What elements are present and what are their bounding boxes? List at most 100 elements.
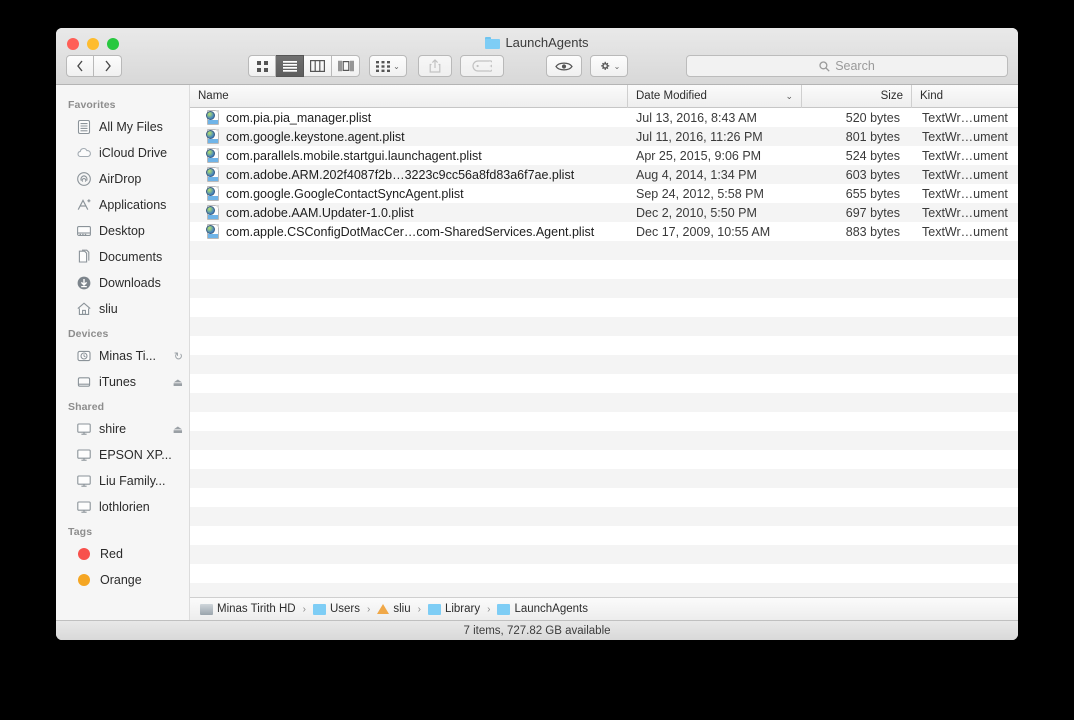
icon-view-button[interactable] <box>248 55 276 77</box>
sidebar-item-shire[interactable]: shire ⏏ <box>56 416 189 442</box>
column-header-date-modified[interactable]: Date Modified ⌄ <box>628 84 802 108</box>
empty-row <box>190 355 1018 374</box>
path-separator-icon: › <box>487 603 491 615</box>
table-row[interactable]: com.parallels.mobile.startgui.launchagen… <box>190 146 1018 165</box>
empty-row <box>190 450 1018 469</box>
table-row[interactable]: com.google.GoogleContactSyncAgent.plist S… <box>190 184 1018 203</box>
empty-row <box>190 336 1018 355</box>
icloud-icon <box>76 145 92 161</box>
cell-date-modified: Jul 13, 2016, 8:43 AM <box>636 110 757 125</box>
path-segment[interactable]: Minas Tirith HD <box>200 603 296 615</box>
sidebar-item-tag-red[interactable]: Red <box>56 541 189 567</box>
display-icon <box>76 473 92 489</box>
file-name-label: com.apple.CSConfigDotMacCer…com-SharedSe… <box>226 224 595 239</box>
column-header-size[interactable]: Size <box>802 84 912 108</box>
display-icon <box>76 499 92 515</box>
chevron-right-icon <box>104 60 111 72</box>
sidebar-item-home[interactable]: sliu <box>56 296 189 322</box>
sidebar-item-applications[interactable]: Applications <box>56 192 189 218</box>
sidebar-item-liu-family[interactable]: Liu Family... <box>56 468 189 494</box>
table-row[interactable]: com.google.keystone.agent.plist Jul 11, 2… <box>190 127 1018 146</box>
column-view-button[interactable] <box>304 55 332 77</box>
column-header-kind[interactable]: Kind <box>912 85 1018 108</box>
sidebar-item-icloud-drive[interactable]: iCloud Drive <box>56 140 189 166</box>
path-bar[interactable]: Minas Tirith HD › Users › sliu › Library › Launc… <box>190 597 1018 620</box>
path-segment-label: Minas Tirith HD <box>217 603 296 615</box>
column-header-name-label: Name <box>198 90 229 102</box>
sidebar-item-minas-tirith[interactable]: Minas Ti... ↻ <box>56 343 189 369</box>
action-menu-button[interactable]: ⌄ <box>590 55 628 77</box>
arrange-by-button[interactable]: ⌄ <box>369 55 407 77</box>
edit-tags-button[interactable] <box>460 55 504 77</box>
cell-size: 697 bytes <box>845 205 900 220</box>
search-field[interactable]: Search <box>686 55 1008 77</box>
sidebar-section-devices: Devices <box>68 328 109 340</box>
sidebar-item-epson-xp[interactable]: EPSON XP... <box>56 442 189 468</box>
file-name-label: com.adobe.AAM.Updater-1.0.plist <box>226 205 414 220</box>
path-segment-label: Library <box>444 603 481 615</box>
file-name-label: com.parallels.mobile.startgui.launchagen… <box>226 148 482 163</box>
share-button[interactable] <box>418 55 452 77</box>
home-folder-icon <box>377 604 390 614</box>
home-icon <box>76 301 92 317</box>
gear-icon <box>600 61 609 70</box>
sync-icon[interactable]: ↻ <box>174 350 183 363</box>
documents-icon <box>76 249 92 265</box>
path-segment-label: Users <box>329 603 360 615</box>
chevron-down-icon: ⌄ <box>393 61 400 71</box>
status-bar: 7 items, 727.82 GB available <box>56 620 1018 640</box>
path-segment[interactable]: sliu <box>377 603 411 615</box>
table-row[interactable]: com.adobe.ARM.202f4087f2b…3223c9cc56a8fd… <box>190 165 1018 184</box>
sidebar-item-lothlorien[interactable]: lothlorien <box>56 494 189 520</box>
eye-icon <box>555 62 573 70</box>
cell-date-modified: Aug 4, 2014, 1:34 PM <box>636 167 757 182</box>
table-row[interactable]: com.pia.pia_manager.plist Jul 13, 2016, 8… <box>190 108 1018 127</box>
column-header-date-label: Date Modified <box>636 90 707 102</box>
sidebar-section-shared: Shared <box>68 401 105 413</box>
column-header-size-label: Size <box>880 90 903 102</box>
action-menu-group: ⌄ <box>590 55 628 77</box>
list-view-button[interactable] <box>276 55 304 77</box>
sidebar-item-desktop[interactable]: Desktop <box>56 218 189 244</box>
empty-row <box>190 431 1018 450</box>
column-header-kind-label: Kind <box>920 90 944 102</box>
path-segment-label: sliu <box>393 603 411 615</box>
sidebar-item-label: Red <box>100 547 123 561</box>
table-row[interactable]: com.adobe.AAM.Updater-1.0.plist Dec 2, 20… <box>190 203 1018 222</box>
column-headers: Name Date Modified ⌄ Size Kind <box>190 84 1018 108</box>
all-my-files-icon <box>76 119 92 135</box>
sidebar-section-favorites: Favorites <box>68 99 116 111</box>
window-title-text: LaunchAgents <box>505 35 589 50</box>
path-segment[interactable]: LaunchAgents <box>497 603 588 615</box>
quick-look-button[interactable] <box>546 55 582 77</box>
sidebar-item-all-my-files[interactable]: All My Files <box>56 114 189 140</box>
sidebar-item-downloads[interactable]: Downloads <box>56 270 189 296</box>
sidebar-item-label: All My Files <box>99 120 163 134</box>
sidebar-item-itunes[interactable]: iTunes ⏏ <box>56 369 189 395</box>
sidebar-item-label: Desktop <box>99 224 145 238</box>
table-row[interactable]: com.apple.CSConfigDotMacCer…com-SharedSe… <box>190 222 1018 241</box>
sidebar[interactable]: Favorites All My Files iCloud Drive AirD… <box>56 85 190 620</box>
cell-date-modified: Dec 17, 2009, 10:55 AM <box>636 224 771 239</box>
display-icon <box>76 447 92 463</box>
cell-size: 801 bytes <box>845 129 900 144</box>
plist-document-icon <box>206 110 220 125</box>
coverflow-view-button[interactable] <box>332 55 360 77</box>
tag-group <box>460 55 504 77</box>
column-header-name[interactable]: Name <box>190 84 628 108</box>
plist-document-icon <box>206 167 220 182</box>
toolbar: LaunchAgents ⌄ ⌄ Search <box>56 28 1018 85</box>
forward-button[interactable] <box>94 55 122 77</box>
file-name-label: com.adobe.ARM.202f4087f2b…3223c9cc56a8fd… <box>226 167 575 182</box>
sidebar-item-documents[interactable]: Documents <box>56 244 189 270</box>
path-segment[interactable]: Library <box>427 603 481 615</box>
sidebar-item-tag-orange[interactable]: Orange <box>56 567 189 593</box>
path-segment[interactable]: Users <box>312 603 360 615</box>
back-button[interactable] <box>66 55 94 77</box>
file-rows[interactable]: com.pia.pia_manager.plist Jul 13, 2016, 8… <box>190 108 1018 597</box>
eject-icon[interactable]: ⏏ <box>173 423 183 436</box>
plist-document-icon <box>206 224 220 239</box>
sidebar-item-label: Documents <box>99 250 163 264</box>
eject-icon[interactable]: ⏏ <box>173 376 183 389</box>
sidebar-item-airdrop[interactable]: AirDrop <box>56 166 189 192</box>
